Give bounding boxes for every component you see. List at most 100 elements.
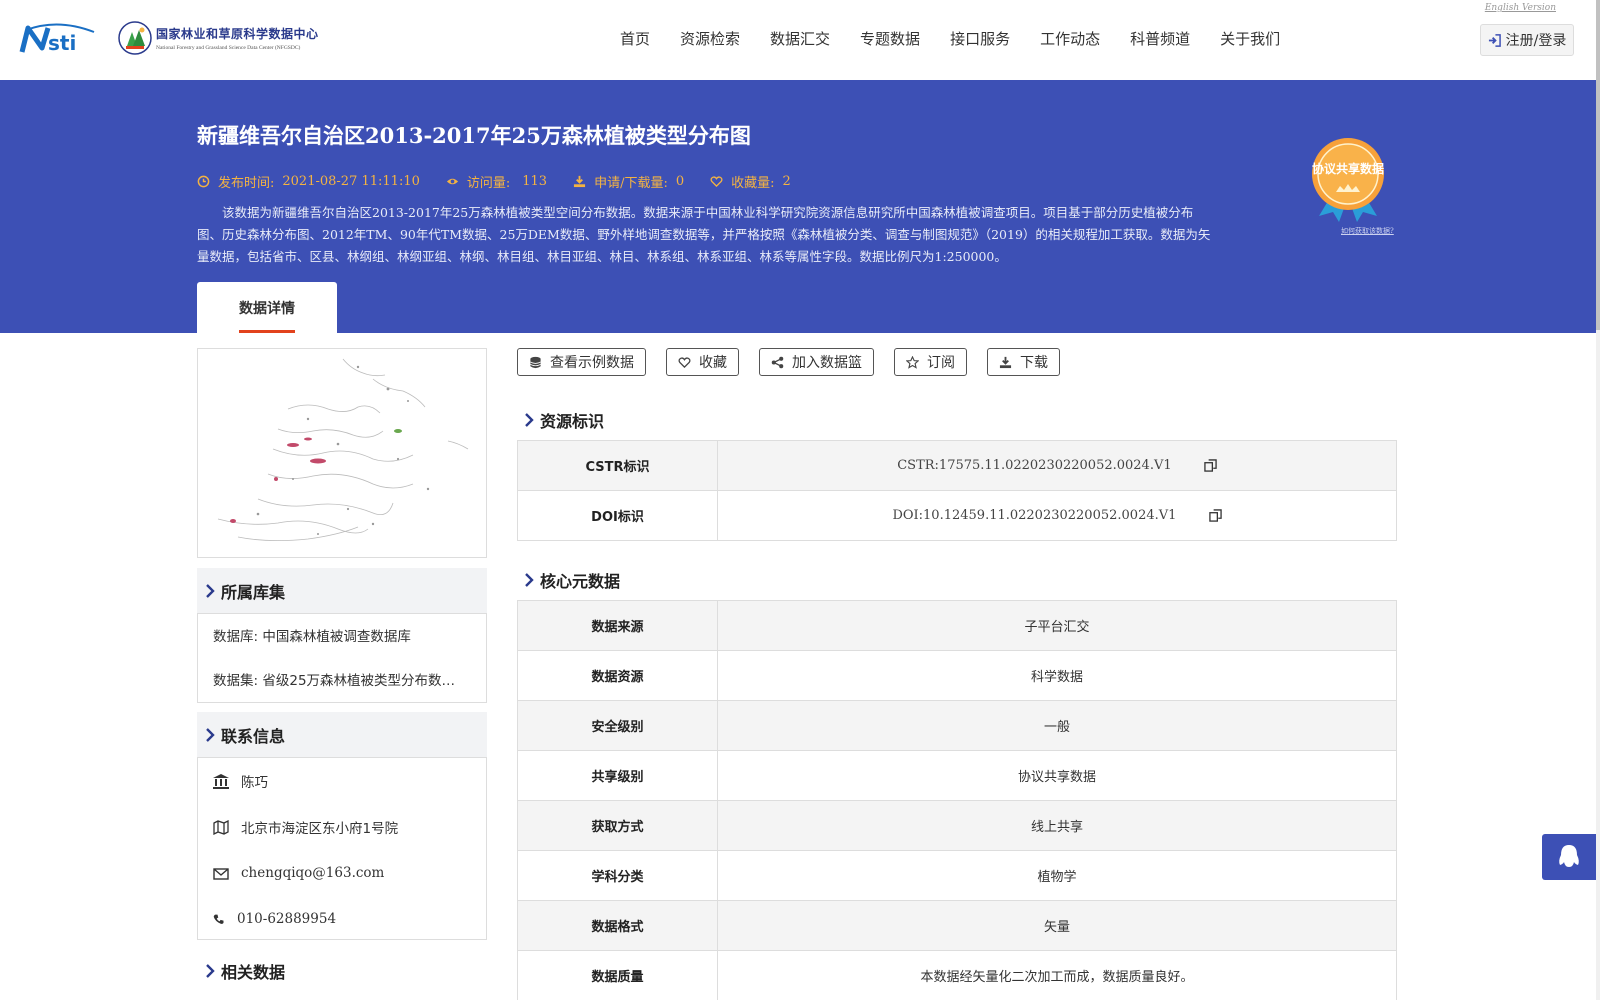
contact-email-line: chengqiqo@163.com: [198, 850, 486, 896]
database-line[interactable]: 数据库: 中国森林植被调查数据库: [198, 615, 486, 659]
cstr-value: CSTR:17575.11.0220230220052.0024.V1: [897, 458, 1172, 473]
contact-address-line: 北京市海淀区东小府1号院: [198, 804, 486, 850]
table-row: 学科分类 植物学: [517, 850, 1397, 901]
english-version-link[interactable]: English Version: [1485, 3, 1556, 13]
database-icon: [530, 356, 541, 368]
cstr-value-cell: CSTR:17575.11.0220230220052.0024.V1: [717, 440, 1397, 491]
table-row: DOI标识 DOI:10.12459.11.0220230220052.0024…: [517, 490, 1397, 541]
table-row: CSTR标识 CSTR:17575.11.0220230220052.0024.…: [517, 440, 1397, 491]
related-data-section-header: 相关数据: [197, 948, 487, 994]
nav-about-us[interactable]: 关于我们: [1220, 28, 1280, 49]
dataset-collection-name: 省级25万森林植被类型分布数据集: [262, 673, 469, 689]
dataset-line[interactable]: 数据集: 省级25万森林植被类型分布数据集: [198, 659, 486, 703]
main-nav: 首页 资源检索 数据汇交 专题数据 接口服务 工作动态 科普频道 关于我们: [620, 28, 1310, 49]
scrollbar-thumb[interactable]: [1596, 0, 1600, 330]
org-name-en: National Forestry and Grassland Science …: [156, 45, 301, 51]
how-to-obtain-link[interactable]: 如何获取该数据?: [1341, 226, 1394, 236]
dataset-banner: 新疆维吾尔自治区2013-2017年25万森林植被类型分布图 发布时间: 2021…: [0, 80, 1596, 333]
download-icon: [999, 356, 1012, 368]
subscribe-button[interactable]: 订阅: [894, 348, 967, 376]
doi-label: DOI标识: [517, 490, 718, 541]
meta-value: 矢量: [717, 900, 1397, 951]
meta-label: 数据格式: [517, 900, 718, 951]
table-row: 安全级别 一般: [517, 700, 1397, 751]
phone-icon: [213, 914, 224, 924]
meta-label: 获取方式: [517, 800, 718, 851]
dataset-map-thumbnail[interactable]: [197, 348, 487, 558]
download-icon: [574, 175, 586, 188]
chevron-right-icon: [206, 728, 215, 742]
contact-name-line: 陈巧: [198, 758, 486, 804]
vegetation-map-image: [217, 358, 469, 541]
favorite-button[interactable]: 收藏: [666, 348, 739, 376]
copy-icon[interactable]: [1208, 509, 1222, 522]
share-icon: [771, 356, 784, 368]
meta-value: 协议共享数据: [717, 750, 1397, 801]
action-bar: 查看示例数据 收藏 加入数据篮 订阅 下载: [517, 348, 1060, 376]
qq-chat-button[interactable]: [1542, 834, 1596, 880]
shared-data-badge-icon: [1312, 138, 1384, 222]
contact-box: 陈巧 北京市海淀区东小府1号院 chengqiqo@163.com 010-62…: [197, 757, 487, 940]
doi-value: DOI:10.12459.11.0220230220052.0024.V1: [892, 508, 1177, 523]
identifiers-section-header: 资源标识: [524, 408, 604, 432]
login-label: 注册/登录: [1505, 33, 1567, 49]
nav-resource-search[interactable]: 资源检索: [680, 28, 740, 49]
meta-value: 子平台汇交: [717, 600, 1397, 651]
publish-time: 发布时间: 2021-08-27 11:11:10: [197, 172, 420, 191]
doi-value-cell: DOI:10.12459.11.0220230220052.0024.V1: [717, 490, 1397, 541]
nav-news[interactable]: 工作动态: [1040, 28, 1100, 49]
meta-label: 数据资源: [517, 650, 718, 701]
meta-label: 学科分类: [517, 850, 718, 901]
heart-outline-icon: [678, 356, 691, 368]
nav-api-service[interactable]: 接口服务: [950, 28, 1010, 49]
visit-count: 访问量: 113: [446, 172, 547, 191]
dataset-title: 新疆维吾尔自治区2013-2017年25万森林植被类型分布图: [197, 123, 751, 148]
star-icon: [906, 355, 919, 369]
meta-value: 科学数据: [717, 650, 1397, 701]
institution-icon: [213, 773, 229, 789]
copy-icon[interactable]: [1204, 459, 1217, 472]
tab-data-detail[interactable]: 数据详情: [197, 282, 337, 333]
chevron-right-icon: [525, 573, 534, 587]
envelope-icon: [213, 867, 229, 880]
nav-data-submission[interactable]: 数据汇交: [770, 28, 830, 49]
contact-email[interactable]: chengqiqo@163.com: [241, 865, 384, 881]
contact-address: 北京市海淀区东小府1号院: [241, 821, 399, 837]
org-logo[interactable]: 国家林业和草原科学数据中心 National Forestry and Gras…: [118, 20, 319, 56]
table-row: 数据格式 矢量: [517, 900, 1397, 951]
nsti-logo[interactable]: sti: [18, 22, 98, 56]
add-to-basket-button[interactable]: 加入数据篮: [759, 348, 874, 376]
clock-icon: [197, 175, 210, 188]
meta-value: 本数据经矢量化二次加工而成，数据质量良好。: [717, 950, 1397, 1000]
view-sample-button[interactable]: 查看示例数据: [517, 348, 646, 376]
meta-label: 数据质量: [517, 950, 718, 1000]
table-row: 共享级别 协议共享数据: [517, 750, 1397, 801]
download-count-value: 0: [675, 174, 685, 189]
nav-science-channel[interactable]: 科普频道: [1130, 28, 1190, 49]
dataset-meta: 发布时间: 2021-08-27 11:11:10 访问量: 113 申请/下载量:…: [197, 172, 791, 191]
meta-label: 安全级别: [517, 700, 718, 751]
meta-value: 一般: [717, 700, 1397, 751]
eye-icon: [446, 178, 458, 185]
table-row: 数据资源 科学数据: [517, 650, 1397, 701]
contact-name: 陈巧: [241, 775, 268, 791]
tab-active-underline: [239, 330, 295, 333]
sign-in-icon: [1488, 33, 1501, 47]
dataset-description: 该数据为新疆维吾尔自治区2013-2017年25万森林植被类型空间分布数据。数据…: [197, 205, 1211, 264]
library-section-header: 所属库集: [197, 568, 487, 614]
top-header: sti 国家林业和草原科学数据中心 National Forestry and …: [0, 0, 1600, 80]
svg-text:sti: sti: [48, 31, 76, 55]
heart-icon: [710, 176, 723, 188]
meta-label: 数据来源: [517, 600, 718, 651]
download-button[interactable]: 下载: [987, 348, 1060, 376]
contact-phone-line: 010-62889954: [198, 896, 486, 942]
nav-thematic-data[interactable]: 专题数据: [860, 28, 920, 49]
nav-home[interactable]: 首页: [620, 28, 650, 49]
table-row: 数据来源 子平台汇交: [517, 600, 1397, 651]
core-metadata-table: 数据来源 子平台汇交 数据资源 科学数据 安全级别 一般 共享级别 协议共享数据…: [517, 600, 1397, 1000]
page-scrollbar[interactable]: [1596, 0, 1600, 1000]
login-button[interactable]: 注册/登录: [1480, 24, 1574, 56]
meta-value: 植物学: [717, 850, 1397, 901]
favorite-count-value: 2: [782, 174, 791, 189]
core-metadata-section-header: 核心元数据: [524, 568, 620, 592]
